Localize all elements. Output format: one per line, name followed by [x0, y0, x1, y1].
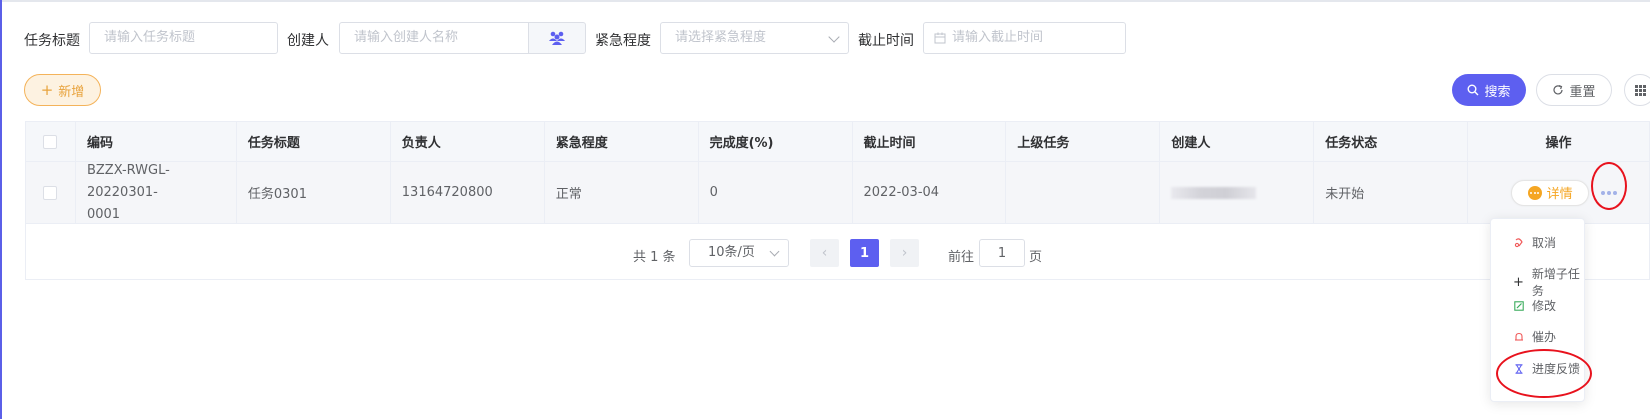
- menu-item-cancel[interactable]: 取消: [1513, 234, 1556, 251]
- cell-status: 未开始: [1314, 162, 1469, 224]
- cell-creator: [1160, 162, 1315, 224]
- select-all-checkbox[interactable]: [43, 134, 58, 149]
- deadline-picker[interactable]: 请输入截止时间: [923, 22, 1126, 54]
- table-row: BZZX-RWGL-20220301- 0001 任务0301 13164720…: [26, 162, 1650, 224]
- menu-item-urge[interactable]: 催办: [1513, 328, 1556, 345]
- annotation-circle-more: [1591, 162, 1627, 210]
- cancel-icon: [1513, 237, 1524, 248]
- table-header-row: 编码 任务标题 负责人 紧急程度 完成度(%) 截止时间 上级任务 创建人 任务…: [26, 122, 1650, 162]
- edit-icon: [1513, 300, 1524, 311]
- top-divider: [0, 0, 1650, 2]
- column-header-status: 任务状态: [1314, 122, 1469, 162]
- code-line-2: 0001: [86, 206, 121, 222]
- chevron-left-icon: ‹: [821, 245, 828, 261]
- task-title-input[interactable]: 请输入任务标题: [89, 22, 278, 54]
- grid-icon: [1634, 84, 1646, 96]
- column-settings-button[interactable]: [1624, 74, 1650, 106]
- bell-icon: [1513, 331, 1524, 342]
- detail-button-label: 详情: [1546, 187, 1573, 202]
- page-number-current[interactable]: 1: [850, 239, 879, 267]
- more-circle-icon: [1527, 185, 1542, 200]
- task-title-label: 任务标题: [24, 33, 80, 49]
- add-button[interactable]: + 新增: [24, 74, 101, 106]
- search-button[interactable]: 搜索: [1452, 74, 1526, 106]
- column-header-actions: 操作: [1468, 122, 1650, 162]
- cell-urgency: 正常: [544, 162, 699, 224]
- column-header-urgency: 紧急程度: [544, 122, 699, 162]
- detail-button[interactable]: 详情: [1511, 179, 1590, 206]
- column-header-creator: 创建人: [1160, 122, 1315, 162]
- chevron-down-icon: [769, 246, 780, 257]
- creator-input[interactable]: 请输入创建人名称: [339, 22, 529, 54]
- calendar-icon: [934, 32, 946, 44]
- redacted-creator-name: [1171, 186, 1257, 199]
- cell-code: BZZX-RWGL-20220301- 0001: [75, 162, 237, 224]
- page-size-value: 10条/页: [708, 245, 755, 260]
- reset-button-label: 重置: [1569, 84, 1596, 100]
- plus-icon: +: [1513, 274, 1524, 290]
- column-header-progress: 完成度(%): [698, 122, 853, 162]
- deadline-placeholder: 请输入截止时间: [952, 30, 1044, 45]
- cell-deadline: 2022-03-04: [852, 162, 1007, 224]
- header-select-all[interactable]: [26, 122, 76, 162]
- add-button-label: 新增: [58, 84, 85, 100]
- annotation-circle-progress: [1496, 349, 1592, 398]
- code-line-1: BZZX-RWGL-20220301-: [86, 162, 170, 200]
- users-icon: [549, 31, 565, 45]
- plus-icon: +: [40, 81, 54, 99]
- search-icon: [1467, 84, 1479, 96]
- select-user-button[interactable]: [528, 22, 586, 54]
- menu-item-add-subtask[interactable]: + 新增子任务: [1513, 265, 1584, 299]
- column-header-owner: 负责人: [390, 122, 545, 162]
- prev-page-button[interactable]: ‹: [810, 239, 839, 267]
- left-edge-accent: [0, 0, 2, 419]
- page-size-select[interactable]: 10条/页: [689, 239, 789, 267]
- search-button-label: 搜索: [1484, 84, 1511, 100]
- cell-title: 任务0301: [236, 162, 391, 224]
- goto-page-input[interactable]: 1: [979, 239, 1025, 267]
- column-header-deadline: 截止时间: [852, 122, 1007, 162]
- menu-item-edit[interactable]: 修改: [1513, 297, 1556, 314]
- menu-item-label: 催办: [1532, 330, 1557, 344]
- column-header-code: 编码: [75, 122, 237, 162]
- column-header-parent-task: 上级任务: [1006, 122, 1161, 162]
- urgency-placeholder: 请选择紧急程度: [675, 30, 767, 45]
- menu-item-label: 修改: [1532, 299, 1557, 313]
- menu-item-label: 新增子任务: [1531, 267, 1580, 298]
- refresh-icon: [1553, 84, 1564, 95]
- row-checkbox[interactable]: [43, 185, 58, 200]
- deadline-label: 截止时间: [858, 33, 914, 49]
- chevron-right-icon: ›: [901, 245, 908, 261]
- urgency-label: 紧急程度: [595, 33, 651, 49]
- goto-label: 前往: [948, 250, 975, 265]
- reset-button[interactable]: 重置: [1536, 74, 1612, 106]
- cell-progress: 0: [698, 162, 853, 224]
- goto-page-suffix: 页: [1029, 250, 1043, 265]
- pagination-total: 共 1 条: [633, 250, 676, 265]
- urgency-select[interactable]: 请选择紧急程度: [660, 22, 849, 54]
- cell-owner: 13164720800: [390, 162, 545, 224]
- next-page-button[interactable]: ›: [890, 239, 919, 267]
- chevron-down-icon: [828, 31, 840, 43]
- menu-item-label: 取消: [1532, 236, 1557, 250]
- column-header-title: 任务标题: [236, 122, 391, 162]
- creator-label: 创建人: [287, 33, 329, 49]
- cell-parent-task: [1006, 162, 1161, 224]
- row-select-cell[interactable]: [26, 162, 76, 224]
